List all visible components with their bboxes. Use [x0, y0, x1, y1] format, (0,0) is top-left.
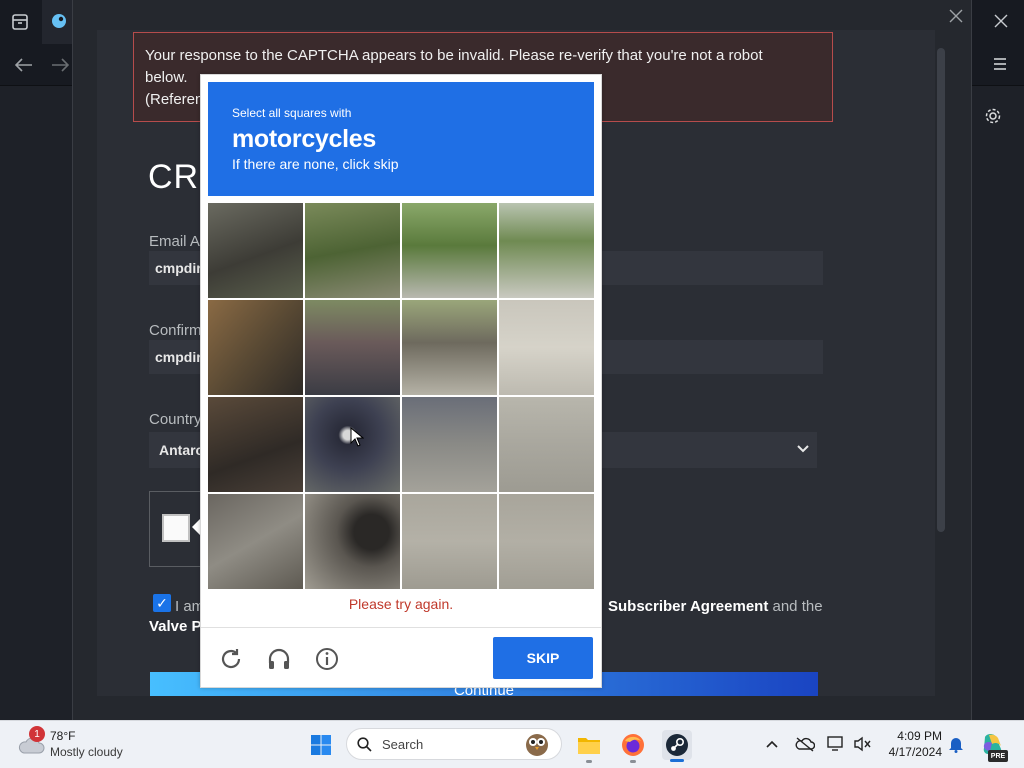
- steam-icon: [50, 12, 68, 30]
- captcha-tile[interactable]: [305, 494, 400, 589]
- captcha-tile[interactable]: [208, 397, 303, 492]
- weather-temp: 78°F: [50, 729, 76, 743]
- display-icon[interactable]: [826, 735, 846, 753]
- country-value: Antarc: [159, 442, 204, 458]
- captcha-tile[interactable]: [402, 203, 497, 298]
- captcha-image-grid: [208, 203, 594, 589]
- country-label: Country: [149, 411, 202, 428]
- agree-checkbox[interactable]: ✓: [153, 594, 171, 612]
- clock-time[interactable]: 4:09 PM: [888, 729, 942, 743]
- archive-icon[interactable]: [8, 10, 32, 34]
- back-arrow-icon[interactable]: [12, 54, 36, 76]
- captcha-tile[interactable]: [402, 494, 497, 589]
- weather-desc: Mostly cloudy: [50, 745, 123, 759]
- audio-challenge-icon[interactable]: [266, 646, 292, 672]
- captcha-tile[interactable]: [305, 300, 400, 395]
- agree-text-suffix: Subscriber Agreement and the: [608, 598, 823, 615]
- skip-button[interactable]: SKIP: [493, 637, 593, 679]
- running-app-indicator: [630, 760, 636, 763]
- notification-bell-icon[interactable]: [946, 734, 966, 754]
- refresh-icon[interactable]: [218, 646, 244, 672]
- captcha-prompt: Select all squares with motorcycles If t…: [208, 82, 594, 196]
- steam-right-panel: [972, 86, 1024, 720]
- menu-icon[interactable]: [988, 54, 1012, 74]
- active-app-indicator: [670, 759, 684, 762]
- captcha-tile[interactable]: [499, 494, 594, 589]
- firefox-icon[interactable]: [620, 732, 646, 758]
- captcha-error-text: Please try again.: [348, 596, 454, 612]
- dialog-close-icon[interactable]: [944, 4, 968, 28]
- captcha-tile[interactable]: [499, 397, 594, 492]
- confirm-email-label: Confirm: [149, 322, 202, 339]
- captcha-tile[interactable]: [402, 300, 497, 395]
- subscriber-agreement-link[interactable]: Subscriber Agreement: [608, 598, 768, 615]
- weather-badge: 1: [29, 726, 45, 742]
- captcha-tile[interactable]: [305, 203, 400, 298]
- running-app-indicator: [586, 760, 592, 763]
- search-placeholder: Search: [382, 737, 424, 752]
- error-line-1: Your response to the CAPTCHA appears to …: [145, 47, 763, 64]
- prompt-instruction: Select all squares with: [232, 106, 352, 120]
- mouse-cursor-icon: [350, 426, 365, 447]
- windows-start-icon[interactable]: [308, 732, 334, 758]
- clock-date[interactable]: 4/17/2024: [878, 745, 942, 759]
- captcha-tile[interactable]: [402, 397, 497, 492]
- captcha-tile[interactable]: [208, 203, 303, 298]
- steam-tab[interactable]: [42, 0, 72, 44]
- search-icon: [356, 736, 372, 752]
- recaptcha-checkbox[interactable]: [162, 514, 190, 542]
- onedrive-offline-icon[interactable]: [794, 735, 816, 753]
- captcha-tile[interactable]: [208, 300, 303, 395]
- prompt-hint: If there are none, click skip: [232, 156, 399, 172]
- copilot-preview-badge: PRE: [988, 750, 1008, 762]
- forward-arrow-icon[interactable]: [48, 54, 72, 76]
- chevron-down-icon: [797, 441, 809, 457]
- speaker-muted-icon[interactable]: [852, 735, 872, 753]
- steam-taskbar-icon[interactable]: [662, 730, 692, 760]
- captcha-tile[interactable]: [499, 300, 594, 395]
- close-icon[interactable]: [990, 10, 1012, 32]
- dialog-scrollbar[interactable]: [937, 48, 945, 532]
- captcha-tile[interactable]: [208, 494, 303, 589]
- captcha-tile[interactable]: [499, 203, 594, 298]
- steam-left-panel: [0, 86, 72, 720]
- agree-and-text: and the: [772, 598, 823, 615]
- valve-privacy-link[interactable]: Valve Pr: [149, 618, 207, 635]
- file-explorer-icon[interactable]: [576, 732, 602, 758]
- info-icon[interactable]: [314, 646, 340, 672]
- search-highlight-owl-icon: [522, 731, 552, 757]
- challenge-footer-divider: [201, 627, 601, 628]
- prompt-target: motorcycles: [232, 125, 376, 153]
- settings-gear-icon[interactable]: [982, 105, 1004, 127]
- chevron-up-icon[interactable]: [764, 736, 780, 752]
